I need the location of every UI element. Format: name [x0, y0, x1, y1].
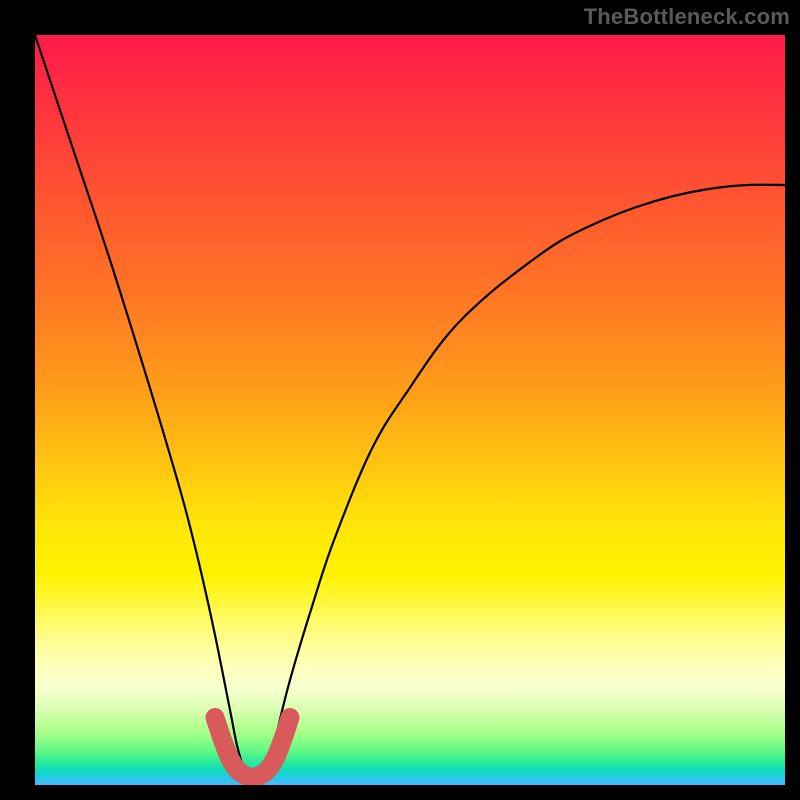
plot-area — [35, 35, 785, 785]
curve-svg — [35, 35, 785, 785]
watermark-text: TheBottleneck.com — [584, 4, 790, 30]
optimal-region-highlight — [215, 718, 290, 778]
bottleneck-curve — [35, 35, 785, 779]
chart-stage: TheBottleneck.com — [0, 0, 800, 800]
